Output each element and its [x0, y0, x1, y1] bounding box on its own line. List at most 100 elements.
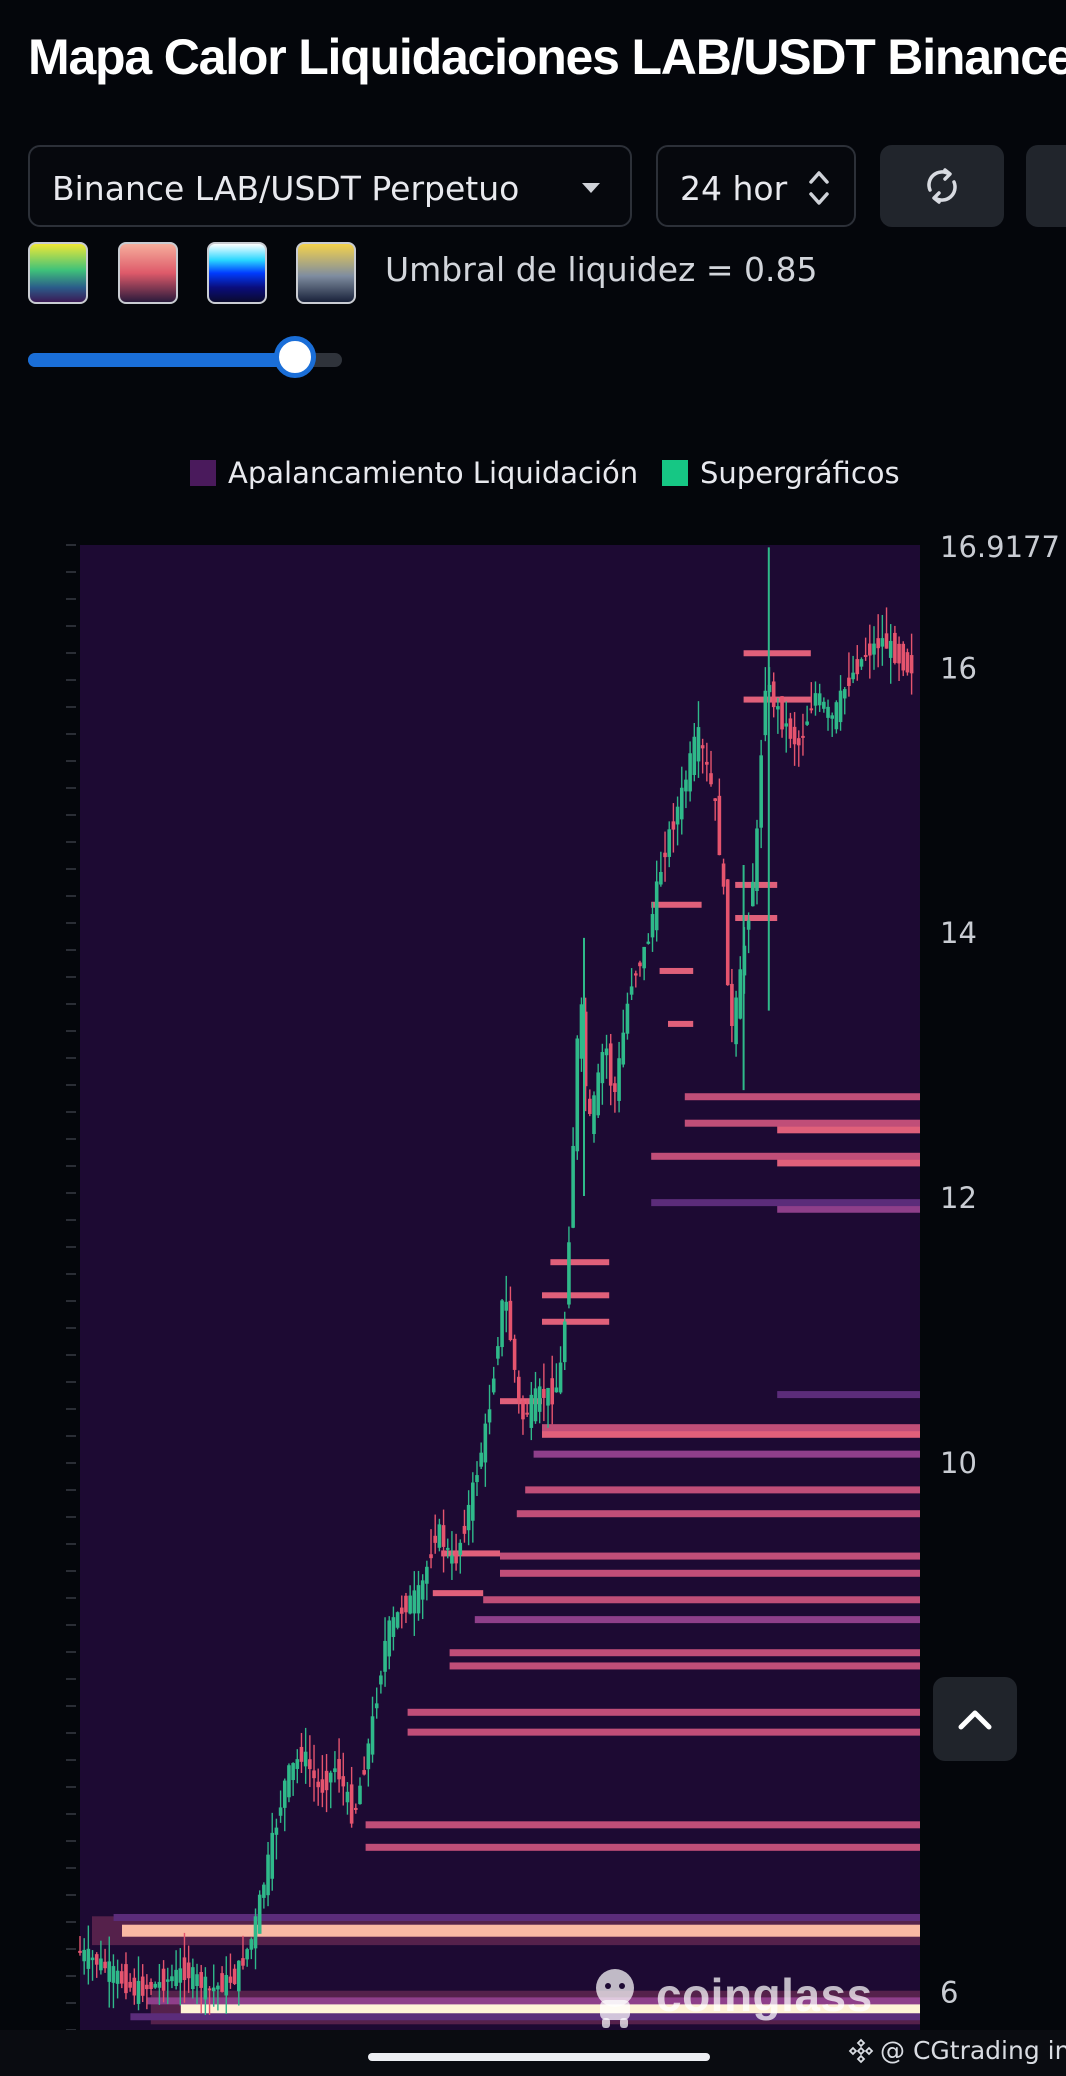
candle-body: [203, 1976, 208, 2000]
candle-body: [266, 1854, 270, 1896]
candle-body: [805, 721, 809, 725]
pair-select[interactable]: Binance LAB/USDT Perpetuo: [28, 145, 632, 227]
short-liquidity-level: [735, 915, 778, 922]
liquidity-level: [651, 1199, 920, 1207]
candle-body: [132, 1977, 137, 1996]
candle-body: [817, 693, 822, 706]
candle-body: [834, 702, 839, 730]
candle-body: [516, 1376, 521, 1400]
color-scheme-viridis[interactable]: [28, 242, 88, 304]
candle-body: [349, 1784, 354, 1824]
candle-body: [838, 690, 843, 723]
candle-body: [529, 1394, 534, 1428]
candle-body: [788, 718, 793, 739]
candle-body: [111, 1966, 116, 1983]
color-scheme-rose[interactable]: [118, 242, 178, 304]
candle-body: [592, 1095, 596, 1135]
slider-thumb[interactable]: [274, 336, 316, 378]
candle-body: [763, 690, 768, 736]
candle-body: [483, 1423, 488, 1463]
liquidity-threshold-label: Umbral de liquidez = 0.85: [385, 250, 818, 289]
candle-body: [445, 1547, 450, 1550]
short-liquidity-level: [441, 1550, 500, 1557]
candle-body: [893, 632, 897, 663]
candle-body: [366, 1743, 371, 1770]
candle-body: [830, 715, 835, 719]
candle-body: [78, 1950, 82, 1953]
candle-body: [479, 1452, 483, 1467]
candle-body: [257, 1894, 262, 1934]
candle-body: [312, 1770, 316, 1779]
candle-body: [362, 1770, 366, 1775]
candle-body: [876, 638, 880, 649]
liquidation-heatmap-chart[interactable]: 16.91771614121086: [0, 530, 1066, 2030]
pair-select-value: Binance LAB/USDT Perpetuo: [52, 169, 520, 208]
candle-body: [796, 738, 801, 746]
candle-body: [383, 1640, 387, 1672]
stepper-icon: [809, 171, 829, 205]
liquidity-level: [525, 1486, 920, 1494]
liquidity-level: [483, 1596, 920, 1604]
candle-body: [145, 1984, 149, 1990]
liquidity-level: [684, 1093, 920, 1101]
timeframe-select[interactable]: 24 hora: [656, 145, 856, 227]
liquidity-level: [365, 1843, 921, 1851]
candle-body: [249, 1939, 254, 1950]
candle-body: [847, 677, 851, 686]
candle-body: [855, 659, 860, 675]
candle-body: [638, 962, 642, 967]
candle-body: [333, 1768, 337, 1773]
candle-body: [868, 643, 872, 656]
candle-body: [872, 643, 876, 655]
liquidity-threshold-slider[interactable]: [28, 336, 342, 378]
home-indicator[interactable]: [368, 2053, 710, 2061]
candle-body: [567, 1242, 571, 1305]
candle-body: [358, 1785, 362, 1805]
candle-body: [596, 1072, 600, 1116]
candle-body: [705, 761, 709, 765]
refresh-button[interactable]: [880, 145, 1004, 227]
liquidation-heatmap-page: Mapa Calor Liquidaciones LAB/USDT Binanc…: [0, 0, 1066, 2076]
candle-body: [450, 1555, 454, 1564]
candle-body: [216, 1985, 220, 1990]
more-options-button[interactable]: [1026, 145, 1066, 227]
candle-body: [115, 1970, 120, 1984]
color-scheme-blue[interactable]: [207, 242, 267, 304]
liquidity-level: [500, 1552, 920, 1560]
legend-item-supercharts[interactable]: Supergráficos: [662, 456, 900, 490]
candle-body: [558, 1362, 563, 1393]
scroll-to-top-button[interactable]: [933, 1677, 1017, 1761]
candle-body: [174, 1969, 178, 1987]
candle-body: [291, 1763, 295, 1781]
candle-body: [341, 1776, 346, 1787]
candle-body: [625, 1003, 630, 1034]
candle-body: [82, 1949, 86, 1962]
candle-body: [262, 1884, 266, 1898]
candle-body: [613, 1083, 617, 1093]
short-liquidity-level: [668, 1020, 694, 1027]
candle-body: [571, 1145, 575, 1228]
candle-body: [491, 1378, 496, 1393]
candle-body: [696, 727, 701, 762]
color-scheme-gold[interactable]: [296, 242, 356, 304]
candle-body: [195, 1974, 199, 1987]
candle-body: [119, 1971, 124, 1984]
candle-body: [425, 1566, 429, 1584]
candle-body: [842, 689, 847, 699]
candle-body: [462, 1525, 467, 1534]
legend-item-leverage[interactable]: Apalancamiento Liquidación: [190, 456, 638, 490]
candle-body: [512, 1338, 517, 1370]
candle-body: [822, 701, 826, 709]
candle-body: [454, 1552, 458, 1564]
candle-body: [784, 723, 789, 727]
liquidity-level: [542, 1424, 920, 1432]
chevron-down-icon: [582, 183, 600, 193]
timeframe-value: 24 hora: [680, 169, 788, 208]
liquidity-level: [122, 1924, 920, 1937]
candle-body: [337, 1759, 341, 1780]
liquidity-level: [533, 1450, 920, 1458]
candle-body: [99, 1958, 103, 1971]
short-liquidity-level: [542, 1292, 610, 1299]
liquidity-level: [777, 1159, 920, 1167]
candle-body: [90, 1957, 95, 1961]
